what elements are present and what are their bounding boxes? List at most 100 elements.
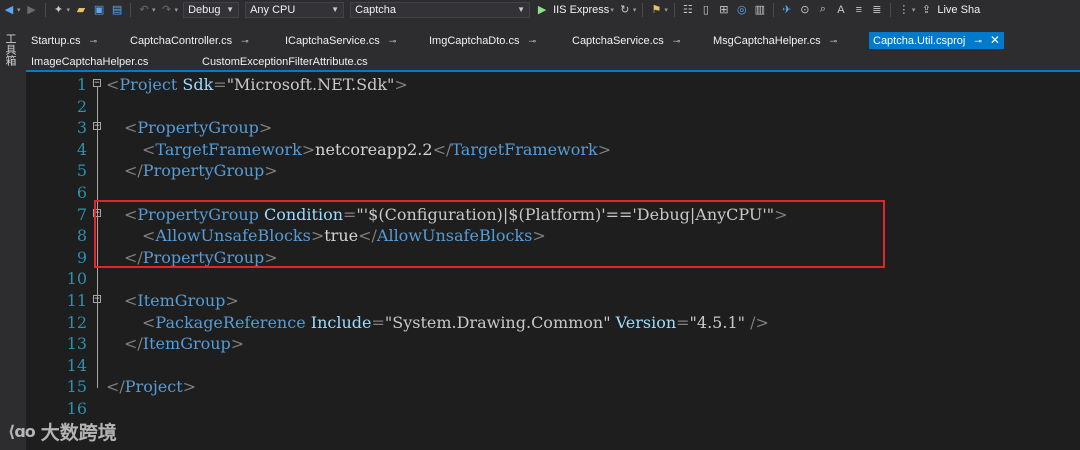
tab-captcha-controller[interactable]: CaptchaController.cs ⊸ bbox=[130, 33, 249, 50]
code-text: </ItemGroup> bbox=[124, 334, 245, 354]
tab-img-captcha-dto[interactable]: ImgCaptchaDto.cs ⊸ bbox=[429, 33, 536, 50]
object-browser-icon[interactable]: ▥ bbox=[752, 2, 768, 18]
toolbar-options-icon[interactable]: ▾ bbox=[912, 6, 916, 14]
share-icon[interactable]: ⇪ bbox=[918, 2, 934, 18]
watermark-text: 大数跨境 bbox=[40, 422, 117, 444]
run-button-label[interactable]: IIS Express bbox=[553, 4, 609, 16]
show-all-files-icon[interactable]: ▯ bbox=[698, 2, 714, 18]
collapse-icon[interactable]: − bbox=[93, 79, 101, 88]
code-text: <Project Sdk="Microsoft.NET.Sdk"> bbox=[106, 75, 408, 94]
line-number: 6 bbox=[76, 183, 87, 202]
tab-label: ImgCaptchaDto.cs bbox=[429, 35, 520, 47]
browser-link-icon[interactable]: ⚑ bbox=[648, 2, 664, 18]
toolbar-separator bbox=[889, 2, 891, 17]
browser-link-dropdown-icon[interactable]: ▾ bbox=[664, 6, 668, 14]
code-line-11: 11 − <ItemGroup> bbox=[26, 290, 1080, 312]
tab-captcha-service[interactable]: CaptchaService.cs ⊸ bbox=[572, 33, 680, 50]
chevron-down-icon: ▼ bbox=[331, 5, 340, 14]
toolbar-overflow-icon[interactable]: ⋮ bbox=[896, 2, 912, 18]
toolbox-tab[interactable]: 工具箱 bbox=[4, 33, 16, 66]
toolbar-separator bbox=[44, 2, 46, 17]
line-number: 2 bbox=[76, 96, 87, 116]
toolbar-separator bbox=[673, 2, 675, 17]
navigate-icon[interactable]: ✈ bbox=[779, 2, 795, 18]
line-number: 12 bbox=[66, 312, 87, 332]
code-line-4: 4 <TargetFramework>netcoreapp2.2</Target… bbox=[26, 139, 1080, 161]
chevron-down-icon: ▼ bbox=[517, 5, 526, 14]
line-number: 9 bbox=[76, 247, 87, 267]
solution-config-select[interactable]: Debug ▼ bbox=[183, 1, 240, 18]
tab-label: Startup.cs bbox=[31, 35, 81, 47]
tab-image-captcha-helper[interactable]: ImageCaptchaHelper.cs bbox=[31, 54, 148, 71]
comment-icon[interactable]: ≣ bbox=[869, 2, 885, 18]
line-number: 16 bbox=[66, 399, 87, 418]
solution-platform-select[interactable]: Any CPU ▼ bbox=[245, 1, 345, 18]
pin-icon[interactable]: ⊸ bbox=[528, 36, 536, 46]
undo-dropdown-icon[interactable]: ▾ bbox=[152, 6, 156, 14]
undo-icon[interactable]: ↶ bbox=[136, 2, 152, 18]
live-share-label[interactable]: Live Sha bbox=[937, 4, 980, 16]
collapse-icon[interactable]: − bbox=[93, 122, 101, 131]
code-text: </Project> bbox=[106, 377, 197, 397]
xml-attr: Version bbox=[615, 312, 677, 332]
line-number: 11 bbox=[66, 291, 87, 310]
run-icon[interactable]: ▶ bbox=[534, 2, 550, 18]
tab-startup[interactable]: Startup.cs ⊸ bbox=[31, 33, 97, 50]
pin-icon[interactable]: ⊸ bbox=[673, 36, 681, 46]
tab-captcha-util-csproj[interactable]: Captcha.Util.csproj ⊸ ✕ bbox=[869, 32, 1004, 49]
refresh-icon[interactable]: ↻ bbox=[617, 2, 633, 18]
code-text: </PropertyGroup> bbox=[124, 161, 278, 181]
tab-label: ICaptchaService.cs bbox=[285, 35, 380, 47]
document-tabs: Startup.cs ⊸ CaptchaController.cs ⊸ ICaptc… bbox=[26, 19, 1080, 72]
save-icon[interactable]: ▣ bbox=[91, 2, 107, 18]
open-folder-icon[interactable]: ▰ bbox=[73, 2, 89, 18]
close-icon[interactable]: ✕ bbox=[990, 33, 1000, 47]
tab-label: CustomExceptionFilterAttribute.cs bbox=[202, 56, 368, 68]
startup-project-select[interactable]: Captcha ▼ bbox=[350, 1, 531, 18]
tab-label: CaptchaController.cs bbox=[130, 35, 233, 47]
xml-tag: PackageReference bbox=[155, 312, 306, 332]
immediate-window-icon[interactable]: ⊙ bbox=[797, 2, 813, 18]
toolbar-separator bbox=[642, 2, 644, 17]
run-dropdown-icon[interactable]: ▾ bbox=[610, 6, 614, 14]
annotation-highlight-box bbox=[94, 200, 885, 268]
xml-tag: TargetFramework bbox=[155, 139, 302, 159]
find-icon[interactable]: ⌕ bbox=[815, 2, 831, 18]
code-line-15: 15 </Project> bbox=[26, 376, 1080, 398]
redo-dropdown-icon[interactable]: ▾ bbox=[175, 6, 179, 14]
chevron-down-icon: ▼ bbox=[226, 5, 235, 14]
collapse-icon[interactable]: − bbox=[93, 295, 101, 304]
xml-tag: ItemGroup bbox=[137, 291, 226, 310]
forward-icon[interactable]: ▶ bbox=[24, 2, 40, 18]
font-size-icon[interactable]: A bbox=[833, 2, 849, 18]
line-number: 15 bbox=[66, 377, 87, 397]
new-project-icon[interactable]: ✦ bbox=[51, 2, 67, 18]
new-project-dropdown-icon[interactable]: ▾ bbox=[67, 6, 71, 14]
pin-icon[interactable]: ⊸ bbox=[241, 36, 249, 46]
tab-msg-captcha-helper[interactable]: MsgCaptchaHelper.cs ⊸ bbox=[713, 33, 837, 50]
back-icon[interactable]: ◀ bbox=[1, 2, 17, 18]
pin-icon[interactable]: ⊸ bbox=[90, 36, 98, 46]
pin-icon[interactable]: ⊸ bbox=[389, 36, 397, 46]
back-dropdown-icon[interactable]: ▾ bbox=[17, 6, 21, 14]
code-text: <PropertyGroup> bbox=[124, 118, 273, 138]
solution-explorer-icon[interactable]: ☷ bbox=[680, 2, 696, 18]
line-number: 3 bbox=[76, 118, 87, 138]
redo-icon[interactable]: ↷ bbox=[159, 2, 175, 18]
solution-platform-value: Any CPU bbox=[250, 3, 296, 16]
tab-icaptcha-service[interactable]: ICaptchaService.cs ⊸ bbox=[285, 33, 396, 50]
properties-icon[interactable]: ⊞ bbox=[716, 2, 732, 18]
format-icon[interactable]: ≡ bbox=[851, 2, 867, 18]
team-explorer-icon[interactable]: ◎ bbox=[734, 2, 750, 18]
xml-tag: PropertyGroup bbox=[137, 118, 259, 138]
pin-icon[interactable]: ⊸ bbox=[830, 36, 838, 46]
tab-custom-exception-filter[interactable]: CustomExceptionFilterAttribute.cs bbox=[202, 54, 368, 71]
line-number: 14 bbox=[66, 355, 87, 375]
refresh-dropdown-icon[interactable]: ▾ bbox=[633, 6, 637, 14]
watermark: ⟨ɑo 大数跨境 bbox=[8, 418, 117, 445]
line-number: 7 bbox=[76, 204, 87, 224]
pin-icon[interactable]: ⊸ bbox=[974, 36, 982, 46]
code-editor[interactable]: 1 − <Project Sdk="Microsoft.NET.Sdk"> 2 … bbox=[26, 72, 1080, 450]
save-all-icon[interactable]: ▤ bbox=[109, 2, 125, 18]
tab-label: ImageCaptchaHelper.cs bbox=[31, 56, 149, 68]
